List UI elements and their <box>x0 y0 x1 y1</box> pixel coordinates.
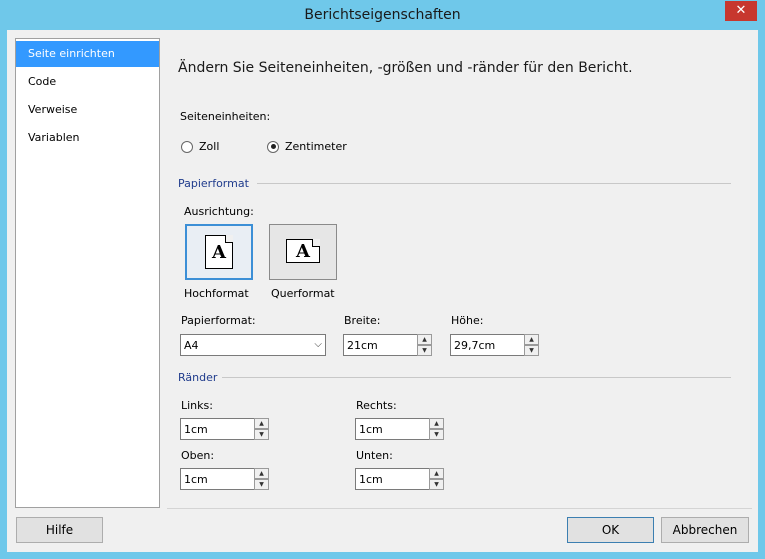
portrait-button[interactable]: A <box>185 224 253 280</box>
units-label: Seiteneinheiten: <box>180 110 271 123</box>
radio-zentimeter[interactable]: Zentimeter <box>267 140 347 153</box>
width-spin-up-icon[interactable]: ▲ <box>417 334 432 345</box>
width-label: Breite: <box>344 314 381 327</box>
height-spin-down-icon[interactable]: ▼ <box>524 345 539 356</box>
nav-item-verweise[interactable]: Verweise <box>16 97 159 123</box>
right-spin-up-icon[interactable]: ▲ <box>429 418 444 429</box>
paper-format-value: A4 <box>184 339 199 352</box>
bottom-spin-up-icon[interactable]: ▲ <box>429 468 444 479</box>
margins-group-line <box>222 377 731 378</box>
paper-group-title: Papierformat <box>178 177 249 190</box>
dialog-client-area: Seite einrichten Code Verweise Variablen… <box>7 30 758 552</box>
panel-heading: Ändern Sie Seiteneinheiten, -größen und … <box>178 60 633 76</box>
right-margin-value: 1cm <box>359 423 383 436</box>
radio-zoll-label: Zoll <box>199 140 220 153</box>
page-setup-panel: Ändern Sie Seiteneinheiten, -größen und … <box>167 30 758 510</box>
top-spin-buttons: ▲ ▼ <box>254 468 269 490</box>
paper-group-line <box>257 183 731 184</box>
nav-list: Seite einrichten Code Verweise Variablen <box>15 38 160 508</box>
landscape-page-icon: A <box>286 239 320 263</box>
paper-format-label: Papierformat: <box>181 314 256 327</box>
height-spinner[interactable]: 29,7cm ▲ ▼ <box>450 334 539 356</box>
right-margin-spinner[interactable]: 1cm ▲ ▼ <box>355 418 444 440</box>
radio-zoll[interactable]: Zoll <box>181 140 219 153</box>
nav-item-variablen[interactable]: Variablen <box>16 125 159 151</box>
width-spin-buttons: ▲ ▼ <box>417 334 432 356</box>
right-spin-down-icon[interactable]: ▼ <box>429 429 444 440</box>
width-value: 21cm <box>347 339 378 352</box>
chevron-down-icon[interactable]: ⌵ <box>314 339 322 350</box>
help-button[interactable]: Hilfe <box>16 517 103 543</box>
orientation-label: Ausrichtung: <box>184 205 254 218</box>
width-spinner[interactable]: 21cm ▲ ▼ <box>343 334 432 356</box>
height-label: Höhe: <box>451 314 484 327</box>
top-spin-up-icon[interactable]: ▲ <box>254 468 269 479</box>
paper-format-select[interactable]: A4 ⌵ <box>180 334 326 356</box>
landscape-label: Querformat <box>271 287 335 300</box>
left-spin-buttons: ▲ ▼ <box>254 418 269 440</box>
portrait-page-letter: A <box>212 242 226 263</box>
right-spin-buttons: ▲ ▼ <box>429 418 444 440</box>
bottom-margin-value: 1cm <box>359 473 383 486</box>
height-spin-buttons: ▲ ▼ <box>524 334 539 356</box>
left-spin-down-icon[interactable]: ▼ <box>254 429 269 440</box>
top-spin-down-icon[interactable]: ▼ <box>254 479 269 490</box>
footer-separator <box>167 508 752 509</box>
radio-zentimeter-circle[interactable] <box>267 140 279 153</box>
width-spin-down-icon[interactable]: ▼ <box>417 345 432 356</box>
nav-item-seite-einrichten[interactable]: Seite einrichten <box>16 41 159 67</box>
bottom-spin-buttons: ▲ ▼ <box>429 468 444 490</box>
top-margin-spinner[interactable]: 1cm ▲ ▼ <box>180 468 269 490</box>
radio-zoll-circle[interactable] <box>181 140 193 153</box>
left-spin-up-icon[interactable]: ▲ <box>254 418 269 429</box>
nav-item-code[interactable]: Code <box>16 69 159 95</box>
left-margin-spinner[interactable]: 1cm ▲ ▼ <box>180 418 269 440</box>
window-title: Berichtseigenschaften <box>304 7 461 23</box>
left-margin-label: Links: <box>181 399 213 412</box>
height-value: 29,7cm <box>454 339 496 352</box>
margins-group-title: Ränder <box>178 371 218 384</box>
bottom-margin-spinner[interactable]: 1cm ▲ ▼ <box>355 468 444 490</box>
bottom-spin-down-icon[interactable]: ▼ <box>429 479 444 490</box>
top-margin-label: Oben: <box>181 449 215 462</box>
bottom-margin-label: Unten: <box>356 449 393 462</box>
ok-button[interactable]: OK <box>567 517 654 543</box>
radio-zentimeter-label: Zentimeter <box>285 140 347 153</box>
close-button[interactable]: ✕ <box>725 1 757 21</box>
dialog-window: Berichtseigenschaften ✕ Seite einrichten… <box>0 0 765 559</box>
left-margin-value: 1cm <box>184 423 208 436</box>
portrait-page-icon: A <box>205 235 233 269</box>
landscape-page-letter: A <box>296 241 310 262</box>
landscape-button[interactable]: A <box>269 224 337 280</box>
title-bar[interactable]: Berichtseigenschaften ✕ <box>0 0 765 30</box>
top-margin-value: 1cm <box>184 473 208 486</box>
right-margin-label: Rechts: <box>356 399 397 412</box>
portrait-label: Hochformat <box>184 287 249 300</box>
height-spin-up-icon[interactable]: ▲ <box>524 334 539 345</box>
cancel-button[interactable]: Abbrechen <box>661 517 749 543</box>
